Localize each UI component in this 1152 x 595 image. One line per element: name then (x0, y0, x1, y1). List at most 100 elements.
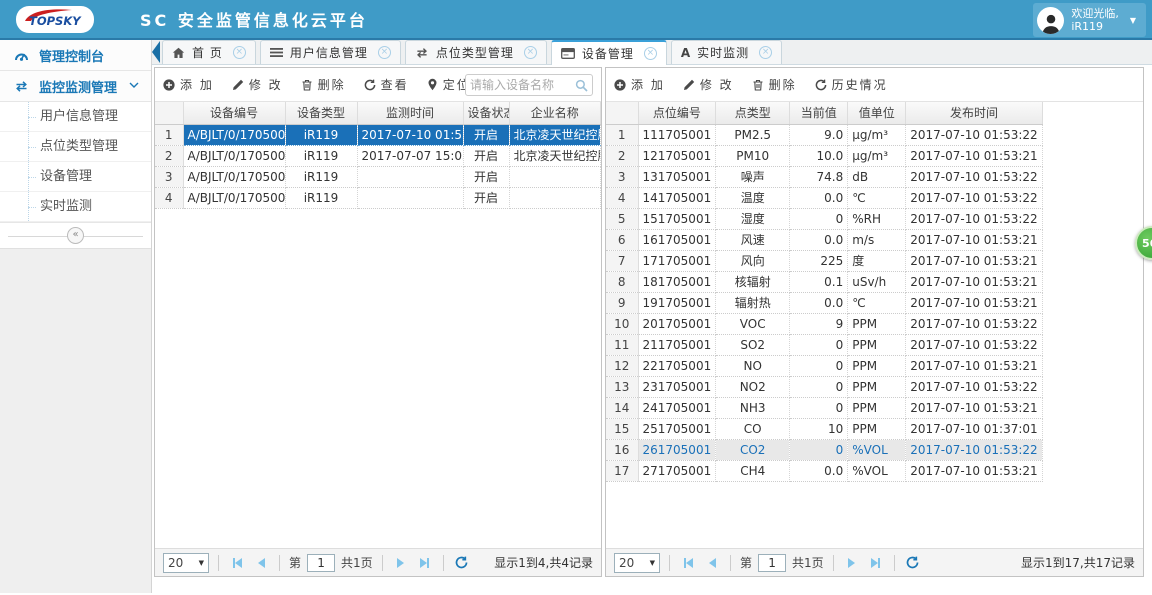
column-header[interactable]: 监测时间 (357, 102, 464, 125)
table-row[interactable]: 10 201705001 VOC 9 PPM 2017-07-10 01:53:22 (606, 313, 1043, 335)
table-cell: 2017-07-10 01:53:22 (905, 124, 1043, 146)
device-search (465, 74, 593, 96)
sidebar-item-monitor-mgmt[interactable]: 监控监测管理 (0, 71, 151, 102)
row-index: 14 (606, 397, 639, 419)
sidebar-item-user-info[interactable]: 用户信息管理 (0, 102, 151, 132)
edit-button[interactable]: 修 改 (232, 76, 283, 93)
column-header[interactable]: 设备类型 (285, 102, 358, 125)
table-cell: 开启 (463, 166, 510, 188)
sidebar-item-point-type[interactable]: 点位类型管理 (0, 132, 151, 162)
history-button[interactable]: 历史情况 (815, 76, 888, 93)
row-index: 15 (606, 418, 639, 440)
table-cell: 221705001 (638, 355, 717, 377)
table-cell: 0.0 (789, 460, 849, 482)
prev-page-button[interactable] (703, 554, 721, 572)
page-number-input[interactable] (758, 553, 787, 572)
table-row[interactable]: 11 211705001 SO2 0 PPM 2017-07-10 01:53:22 (606, 334, 1043, 356)
table-row[interactable]: 15 251705001 CO 10 PPM 2017-07-10 01:37:01 (606, 418, 1043, 440)
first-page-button[interactable] (228, 554, 246, 572)
table-cell: 111705001 (638, 124, 717, 146)
table-cell: %RH (847, 208, 907, 230)
table-cell: 风速 (715, 229, 791, 251)
delete-button[interactable]: 删除 (752, 76, 797, 93)
refresh-icon[interactable] (904, 554, 922, 572)
table-row[interactable]: 17 271705001 CH4 0.0 %VOL 2017-07-10 01:53:21 (606, 460, 1043, 482)
table-row[interactable]: 7 171705001 风向 225 度 2017-07-10 01:53:21 (606, 250, 1043, 272)
table-row[interactable]: 13 231705001 NO2 0 PPM 2017-07-10 01:53:22 (606, 376, 1043, 398)
sidebar-item-device-mgmt[interactable]: 设备管理 (0, 162, 151, 192)
table-cell: CO2 (715, 439, 791, 461)
table-row[interactable]: 3 A/BJLT/0/1705003 iR119 开启 (155, 166, 601, 188)
close-icon[interactable]: × (523, 46, 537, 59)
table-row[interactable]: 3 131705001 噪声 74.8 dB 2017-07-10 01:53:22 (606, 166, 1043, 188)
table-row[interactable]: 14 241705001 NH3 0 PPM 2017-07-10 01:53:21 (606, 397, 1043, 419)
plus-circle-icon (614, 78, 626, 91)
table-row[interactable]: 6 161705001 风速 0.0 m/s 2017-07-10 01:53:21 (606, 229, 1043, 251)
view-button[interactable]: 查看 (364, 76, 409, 93)
table-row[interactable]: 16 261705001 CO2 0 %VOL 2017-07-10 01:53:22 (606, 439, 1043, 461)
sidebar-item-realtime[interactable]: 实时监测 (0, 192, 151, 222)
table-row[interactable]: 8 181705001 核辐射 0.1 uSv/h 2017-07-10 01:53:21 (606, 271, 1043, 293)
loop-icon (14, 80, 29, 93)
table-cell: 2017-07-10 01:53:22 (905, 334, 1043, 356)
close-icon[interactable]: × (759, 46, 773, 59)
search-icon[interactable] (575, 79, 588, 92)
point-toolbar: 添 加 修 改 删除 历史情况 (606, 68, 1143, 102)
table-row[interactable]: 2 121705001 PM10 10.0 μg/m³ 2017-07-10 01:53:… (606, 145, 1043, 167)
page-size-select[interactable]: 20 ▼ (163, 552, 209, 573)
table-row[interactable]: 4 141705001 温度 0.0 ℃ 2017-07-10 01:53:22 (606, 187, 1043, 209)
table-row[interactable]: 9 191705001 辐射热 0.0 ℃ 2017-07-10 01:53:21 (606, 292, 1043, 314)
column-header[interactable]: 点类型 (715, 102, 791, 125)
last-page-button[interactable] (867, 554, 885, 572)
close-icon[interactable]: × (232, 46, 246, 59)
refresh-icon[interactable] (453, 554, 471, 572)
tab-realtime[interactable]: A 实时监测 × (670, 40, 783, 64)
column-header[interactable]: 设备编号 (183, 102, 286, 125)
home-icon (172, 47, 185, 59)
table-row[interactable]: 4 A/BJLT/0/1705004 iR119 开启 (155, 187, 601, 209)
table-cell: 0 (789, 397, 849, 419)
column-header[interactable]: 当前值 (789, 102, 849, 125)
table-row[interactable]: 1A/BJLT/0/1705001iR1192017-07-10 01:53:2… (155, 124, 601, 146)
edit-button[interactable]: 修 改 (683, 76, 734, 93)
table-row[interactable]: 2A/BJLT/0/1705002iR1192017-07-07 15:03:0… (155, 145, 601, 167)
tab-home[interactable]: 首 页 × (162, 40, 256, 64)
collapse-arrow-icon[interactable] (152, 41, 160, 63)
table-row[interactable]: 12 221705001 NO 0 PPM 2017-07-10 01:53:21 (606, 355, 1043, 377)
table-cell: 181705001 (638, 271, 717, 293)
table-cell: CH4 (715, 460, 791, 482)
row-index: 3 (155, 166, 184, 188)
column-header[interactable]: 点位编号 (638, 102, 717, 125)
column-header[interactable]: 企业名称 (509, 102, 601, 125)
device-search-input[interactable] (466, 78, 575, 92)
page-size-select[interactable]: 20 ▼ (614, 552, 660, 573)
row-index: 2 (155, 145, 184, 167)
tab-point-type[interactable]: 点位类型管理 × (404, 40, 547, 64)
table-cell: A/BJLT/0/1705004 (183, 187, 286, 209)
device-pagination: 20▼ 第 共1页 显示1到4,共4记录 (155, 548, 601, 576)
column-header[interactable]: 发布时间 (905, 102, 1043, 125)
sidebar-collapse-button[interactable]: « (67, 227, 84, 244)
sidebar-item-console[interactable]: 管理控制台 (0, 40, 151, 71)
tab-device-mgmt[interactable]: 设备管理 × (550, 40, 667, 65)
table-row[interactable]: 1 111705001 PM2.5 9.0 μg/m³ 2017-07-10 01:53:… (606, 124, 1043, 146)
next-page-button[interactable] (392, 554, 410, 572)
page-number-input[interactable] (307, 553, 336, 572)
table-cell: 2017-07-10 01:53:22 (905, 376, 1043, 398)
tab-user-info[interactable]: 用户信息管理 × (259, 40, 401, 64)
last-page-button[interactable] (416, 554, 434, 572)
column-header[interactable]: 设备状态 (463, 102, 510, 125)
table-row[interactable]: 5 151705001 湿度 0 %RH 2017-07-10 01:53:22 (606, 208, 1043, 230)
table-cell: 141705001 (638, 187, 717, 209)
prev-page-button[interactable] (252, 554, 270, 572)
table-cell: 9.0 (789, 124, 849, 146)
close-icon[interactable]: × (377, 46, 391, 59)
first-page-button[interactable] (679, 554, 697, 572)
delete-button[interactable]: 删除 (301, 76, 346, 93)
close-icon[interactable]: × (643, 47, 657, 60)
column-header[interactable]: 值单位 (847, 102, 907, 125)
user-menu[interactable]: 欢迎光临, iR119 ▼ (1033, 3, 1146, 37)
add-button[interactable]: 添 加 (614, 76, 665, 93)
next-page-button[interactable] (843, 554, 861, 572)
add-button[interactable]: 添 加 (163, 76, 214, 93)
